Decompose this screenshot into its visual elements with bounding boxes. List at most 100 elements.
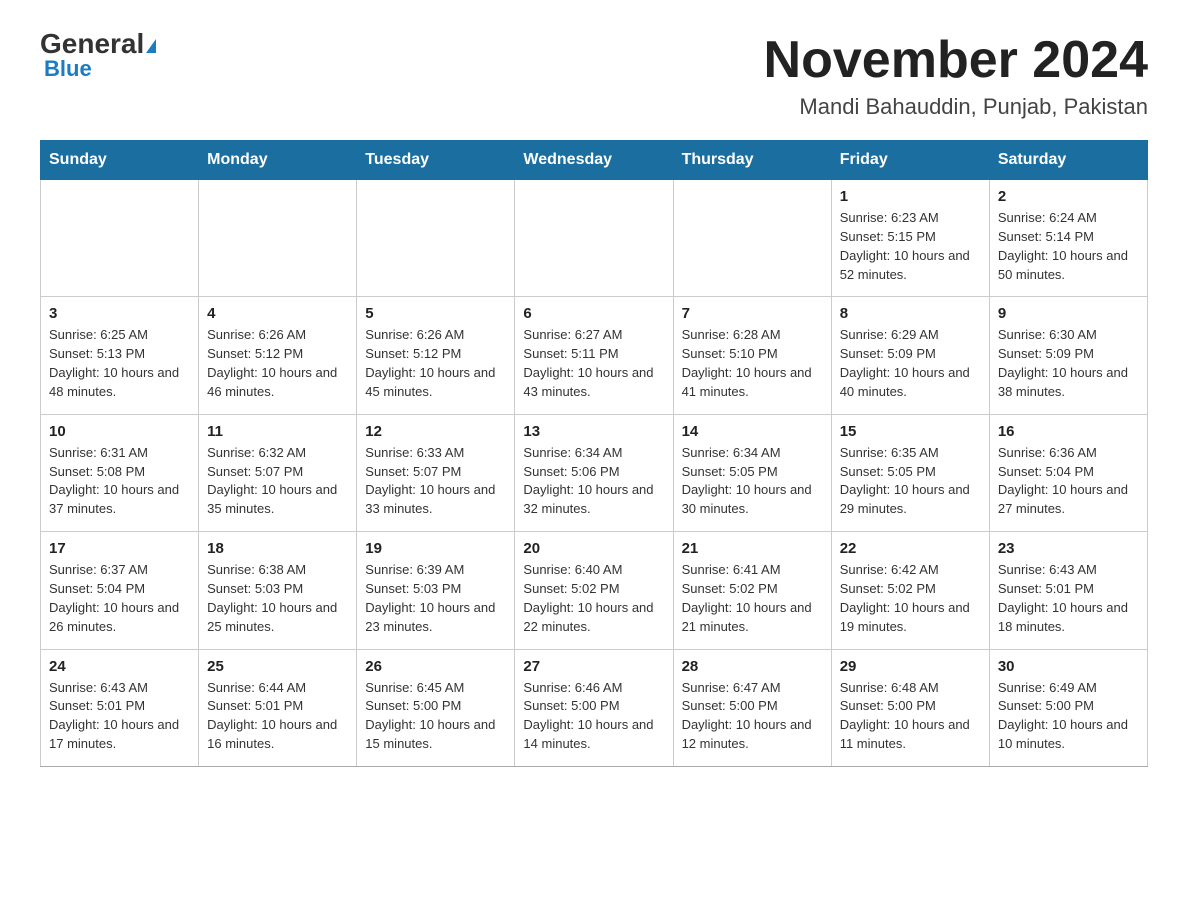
calendar-cell: 20Sunrise: 6:40 AM Sunset: 5:02 PM Dayli… (515, 532, 673, 649)
title-block: November 2024 Mandi Bahauddin, Punjab, P… (764, 30, 1148, 120)
day-info: Sunrise: 6:42 AM Sunset: 5:02 PM Dayligh… (840, 561, 981, 636)
day-number: 21 (682, 540, 823, 557)
day-number: 6 (523, 305, 664, 322)
day-info: Sunrise: 6:31 AM Sunset: 5:08 PM Dayligh… (49, 444, 190, 519)
calendar-header-thursday: Thursday (673, 141, 831, 180)
day-info: Sunrise: 6:44 AM Sunset: 5:01 PM Dayligh… (207, 679, 348, 754)
day-info: Sunrise: 6:33 AM Sunset: 5:07 PM Dayligh… (365, 444, 506, 519)
day-number: 26 (365, 658, 506, 675)
calendar-cell: 7 Sunrise: 6:28 AM Sunset: 5:10 PM Daylig… (673, 297, 831, 414)
calendar-cell: 29 Sunrise: 6:48 AM Sunset: 5:00 PM Dayli… (831, 649, 989, 766)
day-number: 22 (840, 540, 981, 557)
day-number: 1 (840, 188, 981, 205)
day-number: 9 (998, 305, 1139, 322)
calendar-cell (41, 180, 199, 297)
calendar-cell: 26 Sunrise: 6:45 AM Sunset: 5:00 PM Dayli… (357, 649, 515, 766)
day-info: Sunrise: 6:34 AM Sunset: 5:05 PM Dayligh… (682, 444, 823, 519)
day-number: 10 (49, 423, 190, 440)
day-info: Sunrise: 6:39 AM Sunset: 5:03 PM Dayligh… (365, 561, 506, 636)
day-info: Sunrise: 6:23 AM Sunset: 5:15 PM Dayligh… (840, 209, 981, 284)
calendar-cell: 1 Sunrise: 6:23 AM Sunset: 5:15 PM Daylig… (831, 180, 989, 297)
day-number: 5 (365, 305, 506, 322)
day-number: 3 (49, 305, 190, 322)
calendar-header-friday: Friday (831, 141, 989, 180)
day-number: 29 (840, 658, 981, 675)
day-info: Sunrise: 6:46 AM Sunset: 5:00 PM Dayligh… (523, 679, 664, 754)
calendar-cell: 2Sunrise: 6:24 AM Sunset: 5:14 PM Daylig… (989, 180, 1147, 297)
day-number: 25 (207, 658, 348, 675)
calendar-cell: 23 Sunrise: 6:43 AM Sunset: 5:01 PM Dayli… (989, 532, 1147, 649)
calendar-week-row: 1 Sunrise: 6:23 AM Sunset: 5:15 PM Daylig… (41, 180, 1148, 297)
day-number: 4 (207, 305, 348, 322)
day-info: Sunrise: 6:45 AM Sunset: 5:00 PM Dayligh… (365, 679, 506, 754)
day-info: Sunrise: 6:25 AM Sunset: 5:13 PM Dayligh… (49, 326, 190, 401)
calendar-header-tuesday: Tuesday (357, 141, 515, 180)
calendar-cell: 5 Sunrise: 6:26 AM Sunset: 5:12 PM Daylig… (357, 297, 515, 414)
day-number: 7 (682, 305, 823, 322)
day-number: 8 (840, 305, 981, 322)
calendar-cell (515, 180, 673, 297)
day-number: 24 (49, 658, 190, 675)
calendar-week-row: 3 Sunrise: 6:25 AM Sunset: 5:13 PM Daylig… (41, 297, 1148, 414)
day-number: 14 (682, 423, 823, 440)
day-number: 20 (523, 540, 664, 557)
day-number: 19 (365, 540, 506, 557)
calendar-cell: 22 Sunrise: 6:42 AM Sunset: 5:02 PM Dayli… (831, 532, 989, 649)
day-number: 18 (207, 540, 348, 557)
day-info: Sunrise: 6:26 AM Sunset: 5:12 PM Dayligh… (365, 326, 506, 401)
calendar-cell: 19 Sunrise: 6:39 AM Sunset: 5:03 PM Dayli… (357, 532, 515, 649)
calendar-cell (673, 180, 831, 297)
day-info: Sunrise: 6:48 AM Sunset: 5:00 PM Dayligh… (840, 679, 981, 754)
calendar-cell: 14 Sunrise: 6:34 AM Sunset: 5:05 PM Dayli… (673, 414, 831, 531)
calendar-cell: 11Sunrise: 6:32 AM Sunset: 5:07 PM Dayli… (199, 414, 357, 531)
day-number: 17 (49, 540, 190, 557)
calendar-header-wednesday: Wednesday (515, 141, 673, 180)
day-number: 16 (998, 423, 1139, 440)
day-info: Sunrise: 6:49 AM Sunset: 5:00 PM Dayligh… (998, 679, 1139, 754)
calendar-cell: 3 Sunrise: 6:25 AM Sunset: 5:13 PM Daylig… (41, 297, 199, 414)
calendar-cell: 8Sunrise: 6:29 AM Sunset: 5:09 PM Daylig… (831, 297, 989, 414)
day-number: 23 (998, 540, 1139, 557)
calendar-cell: 9 Sunrise: 6:30 AM Sunset: 5:09 PM Daylig… (989, 297, 1147, 414)
month-title: November 2024 (764, 30, 1148, 90)
calendar-cell: 12Sunrise: 6:33 AM Sunset: 5:07 PM Dayli… (357, 414, 515, 531)
calendar-cell: 16Sunrise: 6:36 AM Sunset: 5:04 PM Dayli… (989, 414, 1147, 531)
calendar-header-sunday: Sunday (41, 141, 199, 180)
day-info: Sunrise: 6:43 AM Sunset: 5:01 PM Dayligh… (998, 561, 1139, 636)
calendar-cell: 24 Sunrise: 6:43 AM Sunset: 5:01 PM Dayli… (41, 649, 199, 766)
calendar-week-row: 24 Sunrise: 6:43 AM Sunset: 5:01 PM Dayli… (41, 649, 1148, 766)
logo: General Blue (40, 30, 156, 82)
day-info: Sunrise: 6:30 AM Sunset: 5:09 PM Dayligh… (998, 326, 1139, 401)
day-number: 13 (523, 423, 664, 440)
day-number: 30 (998, 658, 1139, 675)
day-info: Sunrise: 6:28 AM Sunset: 5:10 PM Dayligh… (682, 326, 823, 401)
calendar-cell (199, 180, 357, 297)
calendar-cell: 13Sunrise: 6:34 AM Sunset: 5:06 PM Dayli… (515, 414, 673, 531)
calendar-header-row: SundayMondayTuesdayWednesdayThursdayFrid… (41, 141, 1148, 180)
day-number: 2 (998, 188, 1139, 205)
calendar-cell (357, 180, 515, 297)
calendar-cell: 21 Sunrise: 6:41 AM Sunset: 5:02 PM Dayli… (673, 532, 831, 649)
day-info: Sunrise: 6:41 AM Sunset: 5:02 PM Dayligh… (682, 561, 823, 636)
day-number: 27 (523, 658, 664, 675)
calendar-header-monday: Monday (199, 141, 357, 180)
calendar-cell: 17Sunrise: 6:37 AM Sunset: 5:04 PM Dayli… (41, 532, 199, 649)
day-info: Sunrise: 6:38 AM Sunset: 5:03 PM Dayligh… (207, 561, 348, 636)
day-number: 28 (682, 658, 823, 675)
calendar-cell: 18 Sunrise: 6:38 AM Sunset: 5:03 PM Dayli… (199, 532, 357, 649)
logo-triangle-icon (146, 39, 156, 53)
calendar-cell: 30 Sunrise: 6:49 AM Sunset: 5:00 PM Dayli… (989, 649, 1147, 766)
logo-blue-text: Blue (44, 56, 92, 82)
day-info: Sunrise: 6:43 AM Sunset: 5:01 PM Dayligh… (49, 679, 190, 754)
calendar-cell: 10 Sunrise: 6:31 AM Sunset: 5:08 PM Dayli… (41, 414, 199, 531)
day-info: Sunrise: 6:27 AM Sunset: 5:11 PM Dayligh… (523, 326, 664, 401)
calendar-header-saturday: Saturday (989, 141, 1147, 180)
calendar-week-row: 10 Sunrise: 6:31 AM Sunset: 5:08 PM Dayli… (41, 414, 1148, 531)
logo-general-text: General (40, 30, 156, 58)
calendar-cell: 4 Sunrise: 6:26 AM Sunset: 5:12 PM Daylig… (199, 297, 357, 414)
calendar-table: SundayMondayTuesdayWednesdayThursdayFrid… (40, 140, 1148, 767)
calendar-cell: 25 Sunrise: 6:44 AM Sunset: 5:01 PM Dayli… (199, 649, 357, 766)
page-header: General Blue November 2024 Mandi Bahaudd… (40, 30, 1148, 120)
day-info: Sunrise: 6:26 AM Sunset: 5:12 PM Dayligh… (207, 326, 348, 401)
day-info: Sunrise: 6:32 AM Sunset: 5:07 PM Dayligh… (207, 444, 348, 519)
